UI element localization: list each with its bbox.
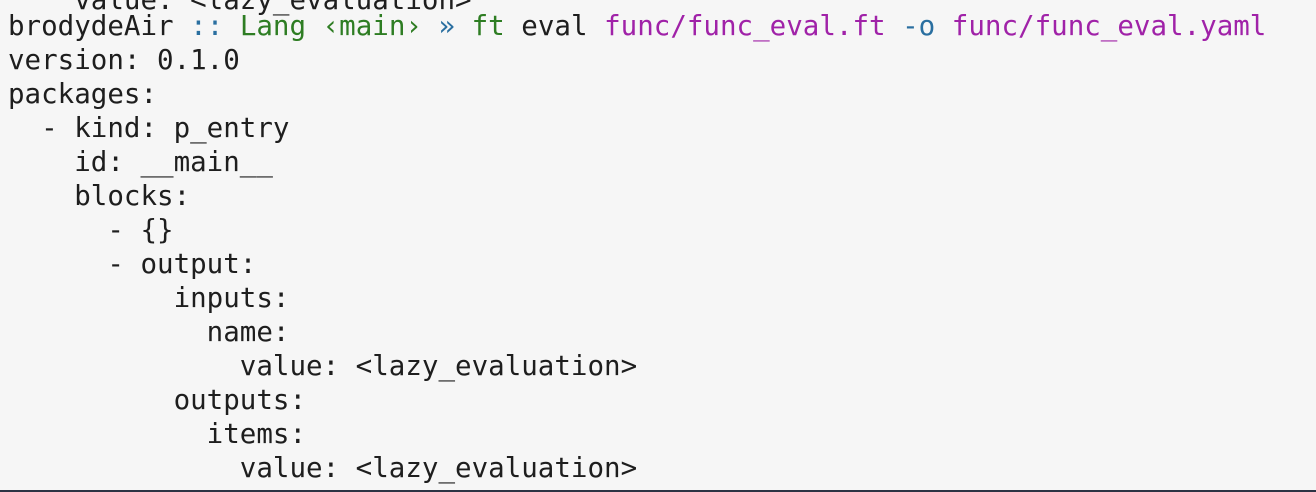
output-line: outputs: — [8, 384, 307, 416]
output-line: blocks: — [8, 180, 191, 212]
command-prompt-line: brodydeAir :: Lang ‹main› » ft eval func… — [8, 9, 1266, 43]
output-line: - kind: p_entry — [8, 112, 290, 144]
output-line: value: <lazy_evaluation> — [8, 350, 638, 382]
prompt-separator: :: — [173, 10, 240, 42]
prompt-arrow: » — [421, 10, 472, 42]
output-line: value: <lazy_evaluation> — [8, 452, 638, 484]
command-input-path: func/func_eval.ft — [604, 10, 886, 42]
output-line: - {} — [8, 214, 174, 246]
prompt-hostname: brodydeAir — [8, 10, 174, 42]
terminal-window[interactable]: value: <lazy_evaluation> brodydeAir :: L… — [0, 0, 1316, 492]
output-line: inputs: — [8, 282, 290, 314]
output-line: items: — [8, 418, 307, 450]
command-output-flag: -o — [885, 10, 952, 42]
command-subcommand: eval — [504, 10, 605, 42]
output-line: packages: — [8, 78, 158, 110]
output-line: - output: — [8, 248, 257, 280]
prompt-directory: Lang — [239, 10, 307, 42]
command-output-path: func/func_eval.yaml — [951, 10, 1267, 42]
output-line: id: __main__ — [8, 146, 273, 178]
command-name: ft — [471, 10, 505, 42]
output-line: name: — [8, 316, 290, 348]
prompt-git-branch: ‹main› — [306, 10, 422, 42]
output-line: version: 0.1.0 — [8, 44, 240, 76]
